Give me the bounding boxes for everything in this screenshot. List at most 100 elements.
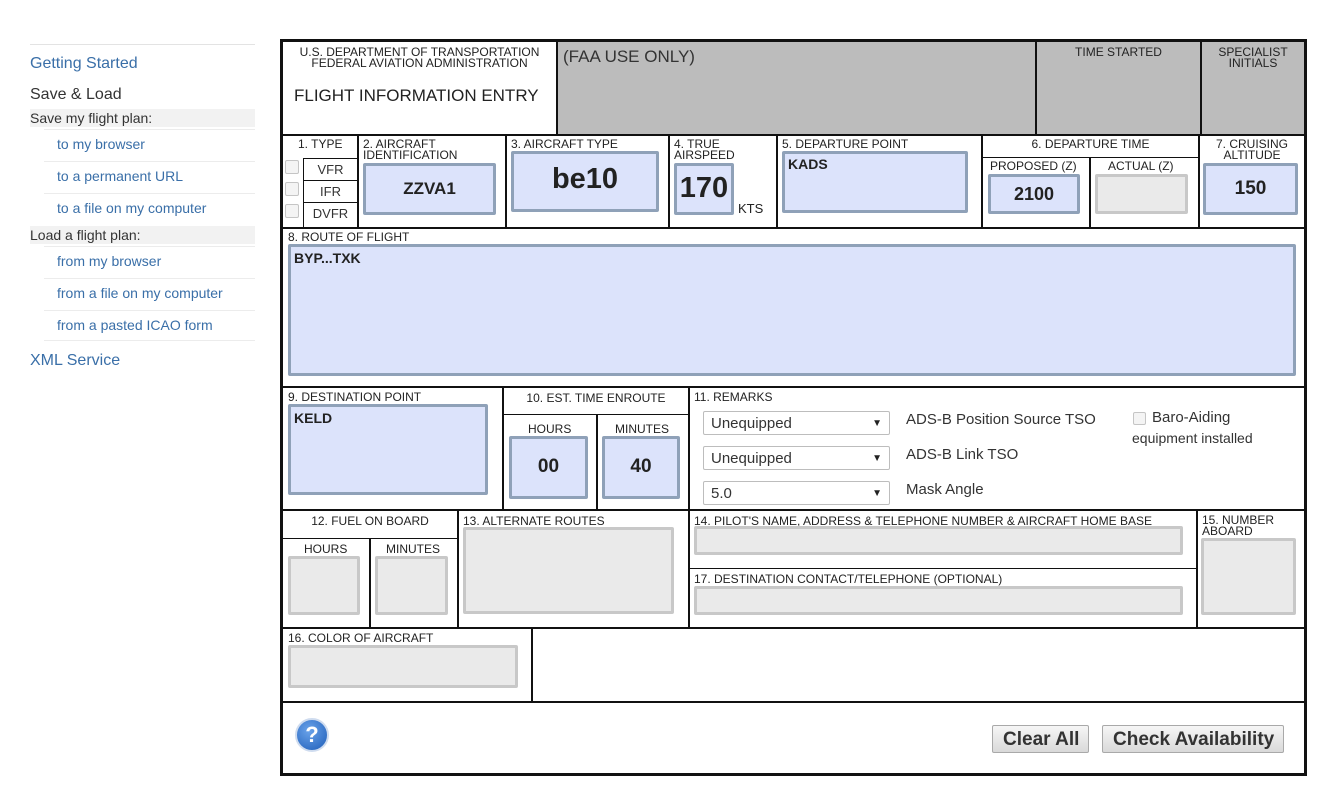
ete-hours-label: HOURS — [528, 422, 572, 436]
proposed-time-label: PROPOSED (Z) — [990, 159, 1077, 173]
chevron-down-icon: ▼ — [872, 488, 882, 499]
specialist-initials-area: SPECIALIST INITIALS — [1202, 42, 1304, 136]
flight-plan-form: U.S. DEPARTMENT OF TRANSPORTATION FEDERA… — [280, 39, 1307, 776]
airspeed-input[interactable]: 170 — [674, 163, 734, 215]
aircraft-id-label-2: IDENTIFICATION — [363, 148, 458, 162]
destination-contact-label: 17. DESTINATION CONTACT/TELEPHONE (OPTIO… — [694, 572, 1003, 586]
ifr-label: IFR — [303, 180, 357, 202]
dept-line-2: FEDERAL AVIATION ADMINISTRATION — [311, 56, 528, 70]
baro-aiding-checkbox[interactable] — [1133, 412, 1146, 425]
airspeed-cell: 4. TRUE AIRSPEED 170 KTS — [670, 136, 778, 229]
ete-cell: 10. EST. TIME ENROUTE HOURS 00 MINUTES 4… — [504, 388, 690, 511]
destination-contact-input[interactable] — [694, 586, 1183, 615]
route-label: 8. ROUTE OF FLIGHT — [288, 230, 410, 244]
clear-all-button[interactable]: Clear All — [992, 725, 1090, 753]
aircraft-type-value: be10 — [551, 163, 619, 195]
position-source-value: Unequipped — [711, 415, 792, 432]
pilot-info-cell: 14. PILOT'S NAME, ADDRESS & TELEPHONE NU… — [690, 511, 1198, 569]
number-aboard-cell: 15. NUMBER ABOARD — [1198, 511, 1304, 629]
aircraft-color-label: 16. COLOR OF AIRCRAFT — [288, 631, 434, 645]
vfr-checkbox[interactable] — [285, 160, 299, 174]
aircraft-id-cell: 2. AIRCRAFT IDENTIFICATION ZZVA1 — [359, 136, 507, 229]
airspeed-label-2: AIRSPEED — [674, 148, 735, 162]
vfr-label: VFR — [303, 158, 357, 180]
proposed-time-input[interactable]: 2100 — [988, 174, 1080, 214]
faa-use-only-area: (FAA USE ONLY) — [558, 42, 1037, 136]
departure-point-value: KADS — [788, 156, 828, 172]
aircraft-color-input[interactable] — [288, 645, 518, 688]
mask-angle-value: 5.0 — [711, 485, 732, 502]
remarks-cell: 11. REMARKS Unequipped ▼ ADS-B Position … — [690, 388, 1304, 511]
adsb-link-select[interactable]: Unequipped ▼ — [703, 446, 890, 470]
sidebar-link-xml-service[interactable]: XML Service — [30, 352, 120, 370]
ete-minutes-value: 40 — [630, 456, 652, 477]
faa-use-only-label: (FAA USE ONLY) — [563, 47, 695, 66]
adsb-link-label: ADS-B Link TSO — [906, 446, 1019, 463]
alternate-routes-input[interactable] — [463, 527, 674, 614]
cruising-altitude-label-2: ALTITUDE — [1223, 148, 1281, 162]
chevron-down-icon: ▼ — [872, 418, 882, 429]
time-started-area: TIME STARTED — [1037, 42, 1202, 136]
destination-contact-cell: 17. DESTINATION CONTACT/TELEPHONE (OPTIO… — [690, 569, 1198, 629]
airspeed-unit: KTS — [738, 201, 764, 216]
aircraft-color-cell: 16. COLOR OF AIRCRAFT — [283, 629, 533, 703]
fuel-minutes-label: MINUTES — [386, 542, 440, 556]
dvfr-checkbox[interactable] — [285, 204, 299, 218]
aircraft-id-value: ZZVA1 — [403, 179, 456, 198]
destination-input[interactable]: KELD — [288, 404, 488, 495]
ifr-checkbox[interactable] — [285, 182, 299, 196]
save-flight-plan-heading: Save my flight plan: — [30, 109, 255, 127]
cruising-altitude-cell: 7. CRUISING ALTITUDE 150 — [1198, 136, 1304, 229]
ete-hours-input[interactable]: 00 — [509, 436, 588, 499]
pilot-info-input[interactable] — [694, 526, 1183, 555]
sidebar: Getting Started Save & Load Save my flig… — [30, 44, 255, 369]
ete-minutes-input[interactable]: 40 — [602, 436, 680, 499]
number-aboard-input[interactable] — [1201, 538, 1296, 615]
help-icon[interactable]: ? — [295, 718, 329, 752]
load-from-browser-link[interactable]: from my browser — [44, 246, 255, 277]
remarks-label: 11. REMARKS — [694, 390, 773, 404]
save-to-file-link[interactable]: to a file on my computer — [44, 193, 255, 224]
actual-time-label: ACTUAL (Z) — [1108, 159, 1174, 173]
check-availability-button[interactable]: Check Availability — [1102, 725, 1285, 753]
ete-minutes-label: MINUTES — [615, 422, 669, 436]
destination-label: 9. DESTINATION POINT — [288, 390, 422, 404]
actual-time-input[interactable] — [1095, 174, 1188, 214]
load-from-icao-form-link[interactable]: from a pasted ICAO form — [44, 310, 255, 341]
load-from-file-link[interactable]: from a file on my computer — [44, 278, 255, 309]
baro-aiding-label-2: equipment installed — [1132, 430, 1253, 446]
time-started-label: TIME STARTED — [1075, 45, 1162, 59]
destination-cell: 9. DESTINATION POINT KELD — [283, 388, 504, 511]
aircraft-id-input[interactable]: ZZVA1 — [363, 163, 496, 215]
mask-angle-label: Mask Angle — [906, 481, 984, 498]
ete-hours-value: 00 — [537, 456, 560, 477]
specialist-label-2: INITIALS — [1228, 56, 1278, 70]
position-source-select[interactable]: Unequipped ▼ — [703, 411, 890, 435]
adsb-link-value: Unequipped — [711, 450, 792, 467]
route-value: BYP...TXK — [294, 250, 361, 266]
departure-time-label: 6. DEPARTURE TIME — [1031, 137, 1150, 151]
dvfr-label: DVFR — [303, 202, 357, 227]
sidebar-section-save-load: Save & Load — [30, 86, 122, 103]
alternate-routes-cell: 13. ALTERNATE ROUTES — [459, 511, 690, 629]
chevron-down-icon: ▼ — [872, 453, 882, 464]
cruising-altitude-input[interactable]: 150 — [1203, 163, 1298, 215]
airspeed-value: 170 — [679, 172, 729, 204]
fuel-hours-input[interactable] — [288, 556, 360, 615]
form-header: U.S. DEPARTMENT OF TRANSPORTATION FEDERA… — [283, 42, 558, 136]
blank-cell — [533, 629, 1304, 703]
fuel-hours-label: HOURS — [304, 542, 348, 556]
route-input[interactable]: BYP...TXK — [288, 244, 1296, 376]
position-source-label: ADS-B Position Source TSO — [906, 411, 1096, 428]
aircraft-type-input[interactable]: be10 — [511, 151, 659, 212]
save-to-permanent-url-link[interactable]: to a permanent URL — [44, 161, 255, 192]
departure-point-input[interactable]: KADS — [782, 151, 968, 213]
sidebar-divider — [30, 44, 255, 45]
fuel-minutes-input[interactable] — [375, 556, 448, 615]
departure-time-cell: 6. DEPARTURE TIME PROPOSED (Z) 2100 ACTU… — [983, 136, 1198, 229]
departure-point-cell: 5. DEPARTURE POINT KADS — [778, 136, 983, 229]
sidebar-link-getting-started[interactable]: Getting Started — [30, 55, 138, 73]
save-to-browser-link[interactable]: to my browser — [44, 129, 255, 160]
alternate-routes-label: 13. ALTERNATE ROUTES — [463, 514, 605, 528]
mask-angle-select[interactable]: 5.0 ▼ — [703, 481, 890, 505]
